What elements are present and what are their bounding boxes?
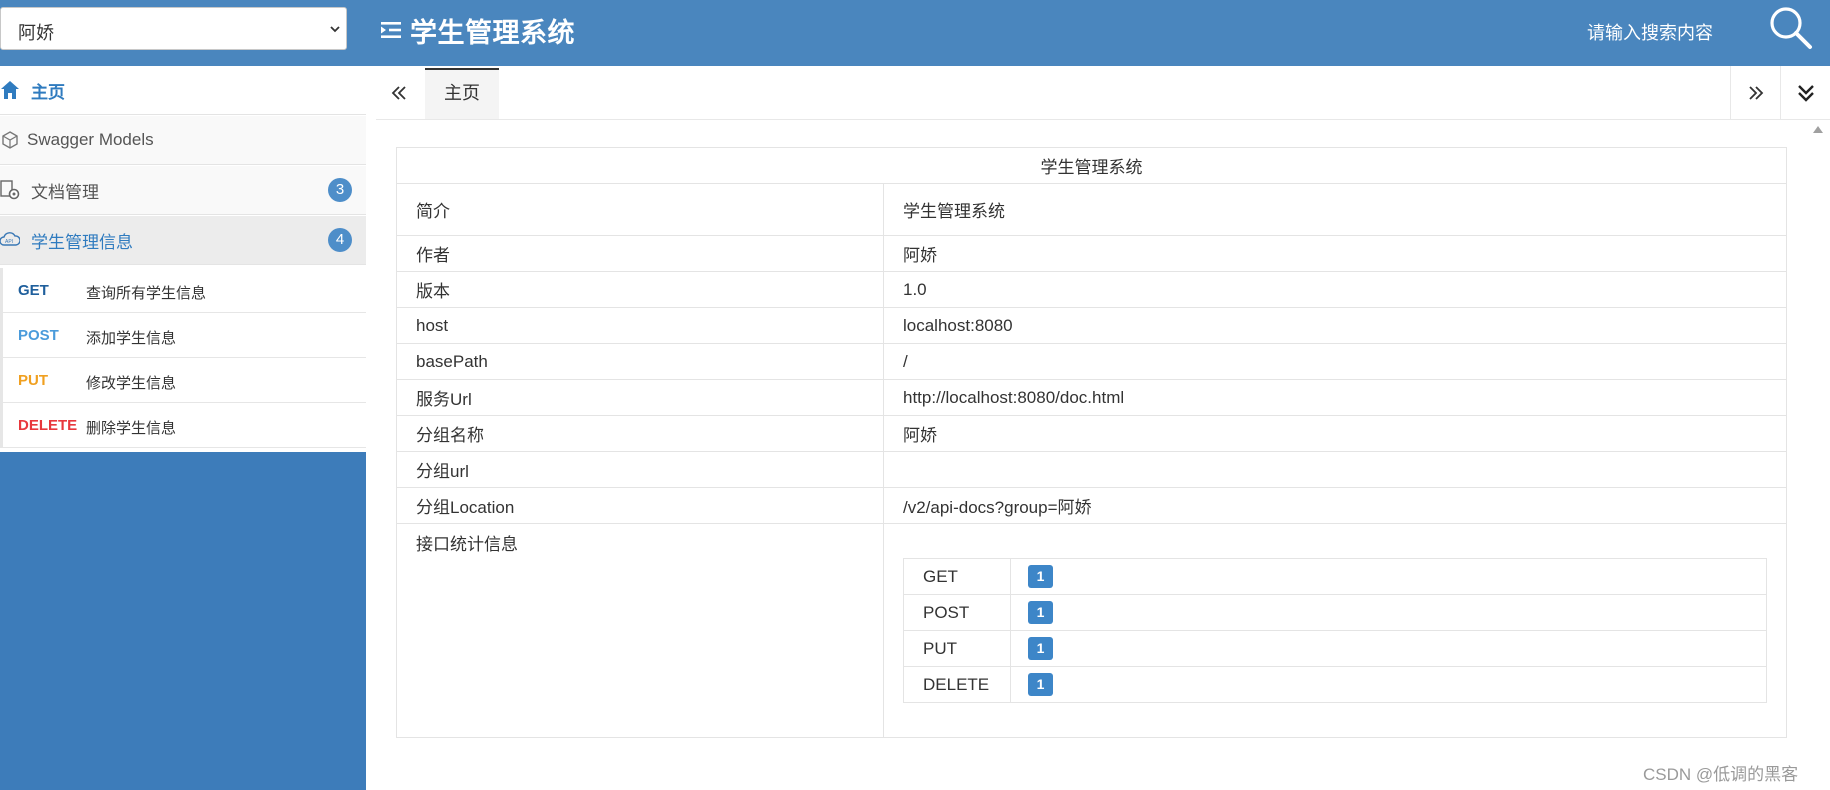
sidebar-menu: 主页 Swagger Models 文档管理 3 API 学生管理信息 4 GE…: [0, 66, 366, 452]
info-value: 阿娇: [883, 235, 1787, 272]
info-key: 简介: [396, 183, 884, 236]
api-item-post[interactable]: POST 添加学生信息: [0, 313, 366, 358]
sidebar-item-doc-management[interactable]: 文档管理 3: [0, 166, 366, 215]
http-method-label: PUT: [18, 372, 48, 389]
info-key: 服务Url: [396, 379, 884, 416]
sidebar-item-label: Swagger Models: [27, 130, 154, 149]
info-key: 分组url: [396, 451, 884, 488]
stats-row: GET 1: [903, 558, 1767, 595]
main-content: 学生管理系统 简介 学生管理系统 作者 阿娇 版本 1.0 host local…: [396, 147, 1787, 738]
double-chevron-down-icon: [1797, 84, 1814, 102]
sidebar-item-label: 学生管理信息: [31, 232, 133, 252]
home-icon: [1, 81, 19, 99]
svg-text:API: API: [5, 239, 13, 245]
sidebar-item-label: 主页: [31, 82, 65, 102]
api-stats-table: GET 1 POST 1 PUT 1 DELETE 1: [903, 558, 1767, 703]
stats-method: DELETE: [903, 666, 1011, 703]
stats-row: DELETE 1: [903, 666, 1767, 703]
info-key: host: [396, 307, 884, 344]
api-item-get[interactable]: GET 查询所有学生信息: [0, 268, 366, 313]
api-cloud-icon: API: [0, 232, 20, 246]
count-badge: 1: [1028, 601, 1053, 624]
api-description: 添加学生信息: [86, 330, 177, 347]
table-row: 接口统计信息 GET 1 POST 1 PUT 1 DELETE 1: [396, 523, 1787, 738]
tab-menu-button[interactable]: [1780, 66, 1830, 119]
table-row: basePath /: [396, 343, 1787, 380]
watermark: CSDN @低调的黑客: [1643, 765, 1799, 784]
table-row: 服务Url http://localhost:8080/doc.html: [396, 379, 1787, 416]
info-key: basePath: [396, 343, 884, 380]
table-caption: 学生管理系统: [396, 147, 1787, 184]
api-description: 查询所有学生信息: [86, 285, 207, 302]
sidebar-item-home[interactable]: 主页: [0, 66, 366, 115]
count-badge: 1: [1028, 637, 1053, 660]
count-badge: 3: [328, 178, 352, 202]
info-key: 分组名称: [396, 415, 884, 452]
stats-row: PUT 1: [903, 630, 1767, 667]
info-value: 学生管理系统: [883, 183, 1787, 236]
chevron-down-icon: [330, 26, 340, 33]
stats-method: POST: [903, 594, 1011, 631]
table-row: 作者 阿娇: [396, 235, 1787, 272]
info-key: 接口统计信息: [396, 523, 884, 738]
stats-row: POST 1: [903, 594, 1767, 631]
info-key: 作者: [396, 235, 884, 272]
app-title-text: 学生管理系统: [410, 17, 575, 48]
info-key: 版本: [396, 271, 884, 308]
stats-method: PUT: [903, 630, 1011, 667]
info-key: 分组Location: [396, 487, 884, 524]
doc-info-table: 学生管理系统 简介 学生管理系统 作者 阿娇 版本 1.0 host local…: [396, 147, 1787, 738]
search-input[interactable]: 请输入搜索内容: [1587, 19, 1713, 45]
doc-settings-icon: [0, 180, 20, 200]
sidebar: 主页 Swagger Models 文档管理 3 API 学生管理信息 4 GE…: [0, 66, 366, 790]
api-description: 修改学生信息: [86, 375, 177, 392]
tab-home[interactable]: 主页: [425, 68, 499, 119]
table-row: 分组名称 阿娇: [396, 415, 1787, 452]
sidebar-item-label: 文档管理: [31, 182, 99, 202]
search-icon[interactable]: [1768, 5, 1814, 51]
http-method-label: POST: [18, 327, 59, 344]
models-icon: [2, 131, 18, 149]
count-badge: 4: [328, 228, 352, 252]
app-title: 学生管理系统: [380, 13, 575, 48]
tab-bar: 主页: [376, 66, 1830, 120]
count-badge: 1: [1028, 673, 1053, 696]
double-chevron-left-icon: [391, 85, 406, 100]
scroll-up-arrow-icon[interactable]: [1812, 124, 1824, 134]
tab-scroll-left-button[interactable]: [376, 66, 422, 119]
api-item-delete[interactable]: DELETE 删除学生信息: [0, 403, 366, 448]
menu-icon[interactable]: [380, 19, 402, 41]
info-value: localhost:8080: [883, 307, 1787, 344]
table-row: host localhost:8080: [396, 307, 1787, 344]
sidebar-item-swagger-models[interactable]: Swagger Models: [0, 116, 366, 165]
api-item-put[interactable]: PUT 修改学生信息: [0, 358, 366, 403]
info-value: http://localhost:8080/doc.html: [883, 379, 1787, 416]
table-row: 分组Location /v2/api-docs?group=阿娇: [396, 487, 1787, 524]
count-badge: 1: [1028, 565, 1053, 588]
stats-method: GET: [903, 558, 1011, 595]
api-description: 删除学生信息: [86, 420, 177, 437]
info-value: 阿娇: [883, 415, 1787, 452]
group-select[interactable]: 阿娇: [0, 7, 347, 50]
info-value: /v2/api-docs?group=阿娇: [883, 487, 1787, 524]
table-row: 分组url: [396, 451, 1787, 488]
table-row: 简介 学生管理系统: [396, 183, 1787, 236]
http-method-label: DELETE: [18, 417, 78, 434]
double-chevron-right-icon: [1748, 85, 1763, 100]
api-stats-cell: GET 1 POST 1 PUT 1 DELETE 1: [883, 523, 1787, 738]
top-header-bar: 阿娇 学生管理系统 请输入搜索内容: [0, 0, 1830, 66]
info-value: [883, 451, 1787, 488]
http-method-label: GET: [18, 282, 49, 299]
table-row: 版本 1.0: [396, 271, 1787, 308]
sidebar-item-student-info[interactable]: API 学生管理信息 4: [0, 216, 366, 265]
info-value: 1.0: [883, 271, 1787, 308]
tab-scroll-right-button[interactable]: [1730, 66, 1780, 119]
info-value: /: [883, 343, 1787, 380]
group-select-value: 阿娇: [18, 23, 54, 43]
